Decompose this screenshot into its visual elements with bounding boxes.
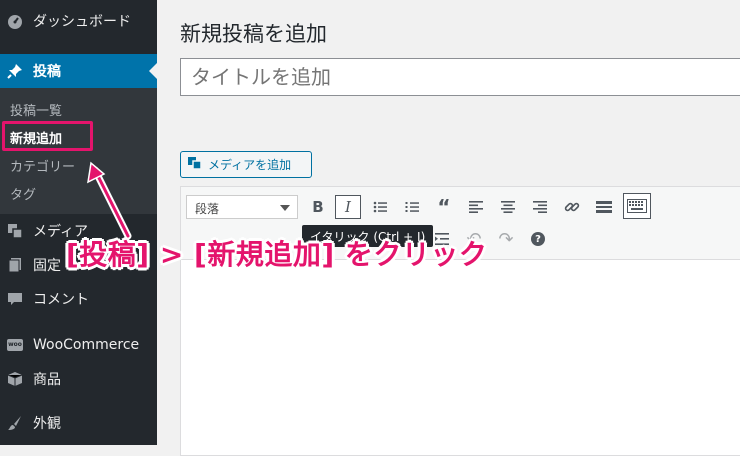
submenu-categories[interactable]: カテゴリー	[10, 156, 75, 175]
menu-comments[interactable]: コメント	[0, 282, 157, 316]
annotation-text: [投稿] > [新規追加] をクリック	[66, 238, 488, 271]
bullet-list-icon	[373, 201, 387, 213]
chevron-down-icon	[280, 205, 290, 211]
menu-woocommerce[interactable]: woo WooCommerce	[0, 328, 157, 362]
redo-button[interactable]: ↷	[493, 227, 519, 251]
help-icon: ?	[531, 232, 545, 246]
dashboard-icon	[7, 13, 23, 29]
menu-products-label: 商品	[33, 372, 61, 388]
menu-woocommerce-label: WooCommerce	[33, 337, 140, 353]
post-title-input[interactable]	[180, 58, 740, 96]
read-more-button[interactable]	[591, 195, 617, 219]
read-more-icon	[596, 201, 612, 213]
comment-icon	[7, 291, 23, 307]
box-icon	[7, 371, 23, 387]
menu-pages-label: 固定	[33, 258, 61, 274]
toolbar-toggle-button[interactable]	[623, 193, 651, 219]
woo-icon-text: woo	[7, 339, 23, 351]
italic-button[interactable]: I	[335, 195, 361, 219]
active-indicator	[149, 63, 157, 79]
add-media-icon	[187, 156, 203, 173]
blockquote-button[interactable]: “	[431, 195, 457, 219]
submenu-tags[interactable]: タグ	[10, 184, 36, 203]
format-select-value: 段落	[195, 202, 220, 216]
help-button[interactable]: ?	[525, 227, 551, 251]
redo-icon: ↷	[498, 228, 514, 250]
align-left-button[interactable]	[463, 195, 489, 219]
media-icon	[7, 223, 23, 239]
align-center-button[interactable]	[495, 195, 521, 219]
align-left-icon	[469, 201, 483, 213]
menu-comments-label: コメント	[33, 292, 89, 308]
bold-icon: B	[312, 198, 324, 216]
woo-icon: woo	[7, 337, 23, 353]
link-icon	[564, 202, 580, 212]
brush-icon	[7, 415, 23, 431]
admin-sidebar: ダッシュボード 投稿 投稿一覧 新規追加 カテゴリー タグ メディア 固定 コメ…	[0, 0, 157, 445]
menu-posts[interactable]: 投稿	[0, 54, 157, 88]
link-button[interactable]	[559, 195, 585, 219]
numbered-list-button[interactable]	[399, 195, 425, 219]
menu-appearance-label: 外観	[33, 416, 61, 432]
menu-dashboard[interactable]: ダッシュボード	[0, 4, 157, 38]
posts-submenu: 投稿一覧 新規追加 カテゴリー タグ	[0, 88, 157, 214]
align-right-button[interactable]	[527, 195, 553, 219]
quote-icon: “	[437, 195, 451, 219]
submenu-all-posts[interactable]: 投稿一覧	[10, 100, 62, 119]
classic-editor: 段落 B I “ ↶ ↷ ? イタリック (Ctrl + I)	[180, 186, 740, 456]
align-right-icon	[533, 201, 547, 213]
bullet-list-button[interactable]	[367, 195, 393, 219]
menu-products[interactable]: 商品	[0, 362, 157, 396]
bold-button[interactable]: B	[305, 195, 331, 219]
page-icon	[7, 257, 23, 273]
highlight-box	[2, 121, 93, 151]
page-title: 新規投稿を追加	[180, 22, 327, 46]
pin-icon	[7, 63, 23, 79]
italic-icon: I	[345, 198, 351, 216]
format-select[interactable]: 段落	[186, 195, 298, 219]
menu-appearance[interactable]: 外観	[0, 406, 157, 440]
add-media-label: メディアを追加	[208, 158, 292, 172]
add-media-button[interactable]: メディアを追加	[180, 151, 312, 178]
menu-posts-label: 投稿	[33, 64, 61, 80]
align-center-icon	[501, 201, 515, 213]
keyboard-icon	[627, 199, 647, 213]
menu-dashboard-label: ダッシュボード	[33, 14, 131, 30]
numbered-list-icon	[405, 202, 419, 212]
